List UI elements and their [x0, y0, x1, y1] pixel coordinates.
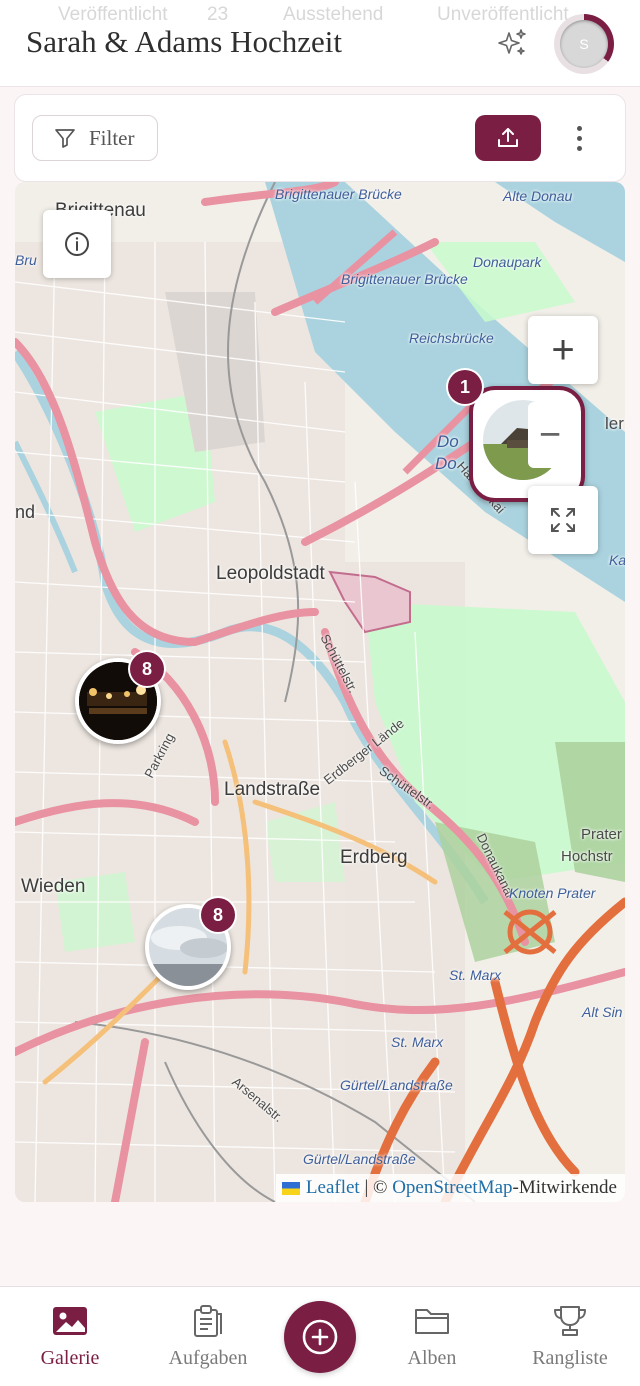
folder-icon [414, 1303, 450, 1339]
sparkle-icon[interactable] [496, 27, 528, 59]
map-label-st-marx: St. Marx [449, 967, 502, 983]
nav-label-alben: Alben [407, 1347, 457, 1369]
tab-published-count: 23 [207, 4, 229, 25]
upload-button[interactable] [475, 115, 541, 161]
openstreetmap-link[interactable]: OpenStreetMap [392, 1177, 512, 1199]
more-options-icon[interactable] [567, 119, 591, 157]
filter-label: Filter [89, 125, 135, 150]
nav-item-rangliste[interactable]: Rangliste [510, 1287, 630, 1386]
nav-label-galerie: Galerie [40, 1347, 100, 1369]
tab-unpublished[interactable]: Unveröffentlicht [437, 4, 569, 26]
fullscreen-button[interactable] [528, 486, 598, 554]
image-icon [52, 1303, 88, 1339]
map-label-guertel-landstrasse-2: Gürtel/Landstraße [303, 1151, 416, 1167]
map-label-wieden: Wieden [21, 876, 86, 897]
zoom-out-button[interactable]: − [528, 402, 572, 468]
map-label-alte-donau: Alte Donau [503, 188, 573, 204]
plus-circle-icon [302, 1319, 338, 1355]
map-label-leopoldstadt: Leopoldstadt [216, 563, 325, 584]
tab-pending[interactable]: Ausstehend [283, 4, 383, 26]
map-label-prater: Prater [581, 826, 622, 843]
map-label-knoten-prater: Knoten Prater [509, 885, 596, 901]
clipboard-icon [192, 1303, 224, 1339]
nav-label-rangliste: Rangliste [532, 1347, 608, 1369]
info-icon [65, 232, 89, 256]
map-label-brigittenauer-bruecke: Brigittenauer Brücke [275, 186, 402, 202]
fullscreen-icon [551, 508, 575, 532]
avatar-progress-ring[interactable]: S [554, 14, 614, 74]
photo-map[interactable]: Brigittenau Brigittenauer Brücke Brigitt… [15, 182, 625, 1202]
cluster-count-badge-1: 1 [448, 370, 482, 404]
nav-item-galerie[interactable]: Galerie [10, 1287, 130, 1386]
map-label-st-marx-2: St. Marx [391, 1034, 444, 1050]
map-info-button[interactable] [43, 210, 111, 278]
map-label-bru: Bru [15, 252, 37, 268]
attribution-suffix: -Mitwirkende [512, 1177, 617, 1198]
tab-published[interactable]: Veröffentlicht [58, 4, 168, 26]
minus-icon: − [538, 413, 562, 456]
gallery-toolbar: Filter [14, 94, 626, 182]
filter-icon [55, 129, 75, 148]
map-label-ka: Ka [609, 552, 625, 568]
filter-button[interactable]: Filter [32, 115, 158, 161]
avatar: S [560, 20, 608, 68]
trophy-icon [552, 1303, 588, 1339]
nav-label-aufgaben: Aufgaben [168, 1347, 248, 1369]
map-label-nd: nd [15, 502, 36, 522]
map-label-brigittenauer-bruecke-2: Brigittenauer Brücke [341, 271, 468, 287]
ukraine-flag-icon [281, 1181, 300, 1195]
page-title: Sarah & Adams Hochzeit [26, 24, 342, 59]
map-label-hochstr: Hochstr [561, 848, 613, 865]
zoom-in-button[interactable]: + [528, 316, 598, 384]
plus-icon: + [551, 327, 575, 372]
map-label-alt-sin: Alt Sin [582, 1004, 623, 1020]
map-label-erdberg: Erdberg [340, 847, 408, 868]
upload-icon [498, 128, 518, 147]
map-attribution: Leaflet | © OpenStreetMap -Mitwirkende [275, 1174, 625, 1202]
map-label-do-2: Do [435, 454, 457, 473]
attribution-separator: | © [359, 1177, 393, 1198]
map-label-do: Do [437, 432, 459, 451]
cluster-count-badge-2: 8 [130, 652, 164, 686]
nav-item-aufgaben[interactable]: Aufgaben [148, 1287, 268, 1386]
map-label-donaupark: Donaupark [473, 254, 542, 270]
map-label-guertel-landstrasse: Gürtel/Landstraße [340, 1077, 453, 1093]
map-label-reichsbruecke: Reichsbrücke [409, 330, 494, 346]
app-header: Veröffentlicht 23 Ausstehend Unveröffent… [0, 0, 640, 87]
leaflet-link[interactable]: Leaflet [306, 1177, 360, 1199]
add-photo-button[interactable] [284, 1301, 356, 1373]
bottom-navigation: Galerie Aufgaben Alben Rangliste [0, 1286, 640, 1386]
map-label-landstrasse: Landstraße [224, 779, 321, 800]
nav-item-alben[interactable]: Alben [372, 1287, 492, 1386]
cluster-count-badge-3: 8 [201, 898, 235, 932]
map-label-ler: ler [605, 414, 624, 433]
